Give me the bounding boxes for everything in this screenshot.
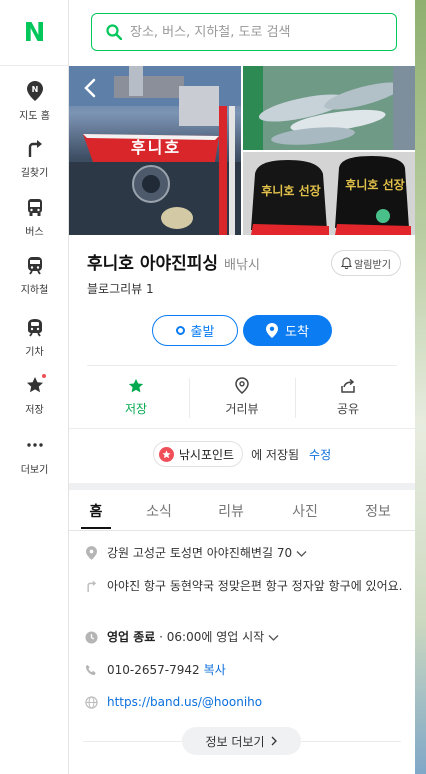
alarm-label: 알림받기 — [354, 259, 391, 271]
streetview-action-label: 거리뷰 — [225, 402, 259, 416]
naver-logo[interactable]: N — [0, 0, 69, 66]
tab-photos[interactable]: 사진 — [279, 490, 331, 531]
clock-icon — [83, 629, 99, 645]
photo-fish[interactable] — [243, 66, 415, 150]
origin-dot-icon — [175, 326, 185, 335]
saved-star-badge-icon — [158, 446, 174, 462]
chevron-right-icon — [271, 736, 277, 746]
more-info-label: 정보 더보기 — [205, 734, 265, 749]
bell-icon — [341, 257, 353, 269]
star-icon — [24, 374, 46, 396]
sidebar-item-train[interactable]: 기차 — [0, 316, 69, 372]
photo-caps[interactable]: 후니호 선장 후니호 선장 — [243, 152, 415, 235]
destination-pin-icon — [266, 323, 279, 338]
sidebar-item-label: 저장 — [25, 405, 44, 416]
alarm-button[interactable]: 알림받기 — [331, 250, 401, 276]
search-icon — [106, 24, 122, 40]
search-box[interactable] — [91, 13, 397, 51]
location-pin-icon — [235, 377, 249, 394]
star-icon — [128, 378, 144, 392]
blog-review-link[interactable]: 블로그리뷰 1 — [87, 280, 154, 297]
sidebar-item-label: 기차 — [25, 347, 44, 358]
sidebar-item-label: 더보기 — [20, 465, 49, 476]
streetview-action-button[interactable]: 거리뷰 — [189, 366, 295, 428]
map-edge[interactable] — [415, 0, 426, 774]
more-dots-icon — [24, 434, 46, 456]
share-action-label: 공유 — [336, 401, 360, 416]
sidebar-item-label: 버스 — [25, 227, 44, 238]
location-pin-icon — [83, 545, 99, 561]
svg-text:N: N — [31, 85, 38, 94]
depart-label: 출발 — [190, 325, 215, 340]
cap-right-text: 후니호 선장 — [345, 178, 405, 192]
place-category: 배낚시 — [224, 258, 260, 273]
photo-gallery[interactable]: 후니호 후니호 선장 후니호 선장 — [69, 66, 415, 235]
subway-icon — [24, 254, 46, 276]
saved-status-row: 낚시포인트 에 저장됨 수정 — [69, 440, 415, 468]
homepage-link[interactable]: https://band.us/@hooniho — [107, 694, 262, 711]
directions-row: 아야진 항구 동현약국 정맞은편 항구 정자앞 항구에 있어요. — [83, 578, 403, 595]
tab-info[interactable]: 정보 — [351, 490, 405, 531]
hours-row[interactable]: 영업 종료 · 06:00에 영업 시작 — [83, 629, 403, 646]
active-tab-indicator — [81, 527, 111, 529]
fish-photo-art — [243, 66, 415, 150]
sidebar-item-subway[interactable]: 지하철 — [0, 254, 69, 310]
arrive-label: 도착 — [285, 325, 309, 340]
phone-number: 010-2657-7942 — [107, 663, 200, 677]
sidebar-item-label: 지도 홈 — [19, 111, 50, 122]
sidebar-item-label: 길찾기 — [20, 168, 49, 179]
sidebar-item-map-home[interactable]: N 지도 홈 — [0, 80, 69, 136]
bus-icon — [24, 196, 46, 218]
action-bar: 저장 거리뷰 공유 — [69, 366, 415, 428]
sidebar: N N 지도 홈 길찾기 버스 지하철 기차 저장 더보기 — [0, 0, 69, 774]
arrive-button[interactable]: 도착 — [243, 315, 332, 346]
phone-row: 010-2657-7942 복사 — [83, 662, 403, 679]
more-info-button[interactable]: 정보 더보기 — [182, 727, 301, 755]
business-status: 영업 종료 — [107, 630, 156, 644]
tab-home[interactable]: 홈 — [69, 490, 123, 531]
chevron-down-icon[interactable] — [296, 550, 307, 558]
back-chevron-icon[interactable] — [81, 78, 99, 98]
turn-arrow-icon — [24, 137, 46, 159]
logo-letter: N — [23, 17, 46, 48]
sidebar-item-bus[interactable]: 버스 — [0, 196, 69, 252]
saved-folder-label: 낚시포인트 — [178, 447, 235, 462]
save-action-button[interactable]: 저장 — [83, 366, 189, 428]
place-name: 후니호 아야진피싱 — [87, 254, 219, 274]
homepage-row: https://band.us/@hooniho — [83, 694, 403, 711]
new-badge-dot — [41, 374, 46, 378]
boat-sign-text: 후니호 — [130, 138, 182, 157]
search-input[interactable] — [130, 24, 380, 40]
sidebar-item-saved[interactable]: 저장 — [0, 374, 69, 430]
place-panel: 후니호 후니호 선장 후니호 선 — [69, 0, 415, 774]
section-separator — [69, 483, 415, 490]
tab-reviews[interactable]: 리뷰 — [205, 490, 257, 531]
share-action-button[interactable]: 공유 — [295, 366, 401, 428]
saved-folder-chip[interactable]: 낚시포인트 — [152, 441, 244, 467]
map-pin-n-icon: N — [24, 80, 46, 102]
cap-left-text: 후니호 선장 — [261, 184, 321, 198]
address-row[interactable]: 강원 고성군 토성면 아야진해변길 70 — [83, 545, 403, 562]
train-icon — [24, 316, 46, 338]
address-text: 강원 고성군 토성면 아야진해변길 70 — [107, 546, 293, 560]
sidebar-item-directions[interactable]: 길찾기 — [0, 137, 69, 193]
place-tabs: 홈 소식 리뷰 사진 정보 — [69, 490, 415, 531]
edit-saved-link[interactable]: 수정 — [309, 446, 331, 463]
directions-text: 아야진 항구 동현약국 정맞은편 항구 정자앞 항구에 있어요. — [107, 579, 403, 593]
save-action-label: 저장 — [124, 401, 148, 416]
chevron-down-icon[interactable] — [268, 634, 279, 642]
divider — [69, 428, 415, 429]
photo-boat[interactable]: 후니호 — [69, 66, 241, 235]
phone-icon — [83, 662, 99, 678]
share-icon — [341, 378, 355, 393]
sidebar-item-more[interactable]: 더보기 — [0, 434, 69, 490]
tab-news[interactable]: 소식 — [133, 490, 185, 531]
turn-arrow-icon — [83, 578, 99, 594]
copy-phone-link[interactable]: 복사 — [204, 662, 226, 679]
business-hours: · 06:00에 영업 시작 — [155, 630, 265, 644]
sidebar-item-label: 지하철 — [20, 285, 49, 296]
globe-icon — [83, 694, 99, 710]
saved-text: 에 저장됨 — [251, 447, 300, 462]
depart-button[interactable]: 출발 — [152, 315, 238, 346]
